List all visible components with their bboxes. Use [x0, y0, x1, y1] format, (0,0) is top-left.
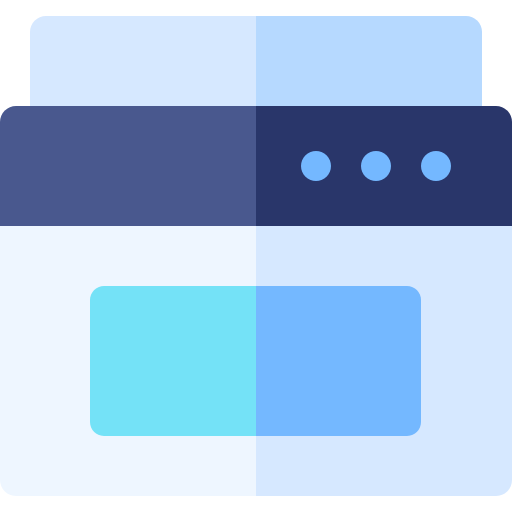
printer-icon-stage — [0, 0, 512, 512]
indicator-dots — [301, 151, 451, 181]
indicator-dot — [361, 151, 391, 181]
printer-icon — [0, 16, 512, 496]
indicator-dot — [421, 151, 451, 181]
indicator-dot — [301, 151, 331, 181]
output-slot — [90, 286, 421, 436]
printer-top-band-left-half — [0, 106, 256, 226]
